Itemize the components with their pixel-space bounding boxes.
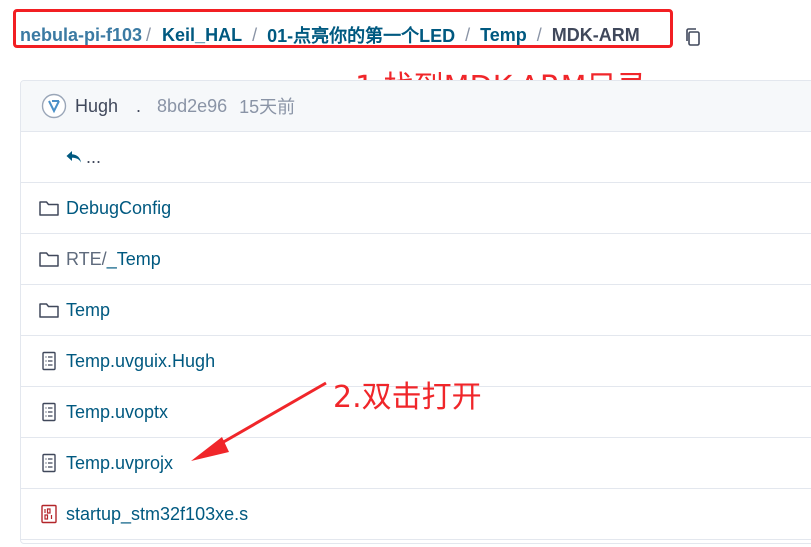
commit-sha[interactable]: 8bd2e96 <box>157 96 227 117</box>
binary-file-icon <box>41 504 57 524</box>
file-list-panel: Hugh . 8bd2e96 15天前 ... DebugConfig RTE/… <box>20 80 811 544</box>
file-name: Temp.uvoptx <box>66 401 169 422</box>
file-text-icon <box>42 351 56 371</box>
file-name: Temp.uvprojx <box>66 452 174 473</box>
commit-author[interactable]: Hugh <box>75 96 118 117</box>
file-name-prefix: RTE/ <box>66 248 107 269</box>
list-item-folder[interactable]: Temp <box>21 285 811 336</box>
list-item-folder[interactable]: RTE/_Temp <box>21 234 811 285</box>
file-name: Temp.uvguix.Hugh <box>66 350 216 371</box>
file-text-icon <box>42 402 56 422</box>
latest-commit-bar: Hugh . 8bd2e96 15天前 <box>21 81 811 132</box>
list-item-file[interactable]: startup_stm32f103xe.s <box>21 489 811 540</box>
file-name: startup_stm32f103xe.s <box>66 503 249 524</box>
avatar <box>41 93 67 119</box>
commit-time: 15天前 <box>239 97 296 117</box>
parent-link-label: ... <box>86 146 102 167</box>
list-item-file[interactable]: Temp.uvprojx <box>21 438 811 489</box>
folder-icon <box>39 201 59 216</box>
copy-icon[interactable] <box>684 27 702 47</box>
back-arrow-icon <box>66 151 81 163</box>
file-name: DebugConfig <box>66 197 172 218</box>
folder-icon <box>39 303 59 318</box>
breadcrumb-highlight-box <box>13 9 673 48</box>
annotation-step-2: 2.双击打开 <box>333 380 482 415</box>
parent-directory-link[interactable]: ... <box>21 132 811 183</box>
list-item-folder[interactable]: DebugConfig <box>21 183 811 234</box>
file-name: Temp <box>66 299 111 320</box>
folder-icon <box>39 252 59 267</box>
commit-dot: . <box>136 95 142 116</box>
file-text-icon <box>42 453 56 473</box>
file-name: _Temp <box>106 248 161 269</box>
